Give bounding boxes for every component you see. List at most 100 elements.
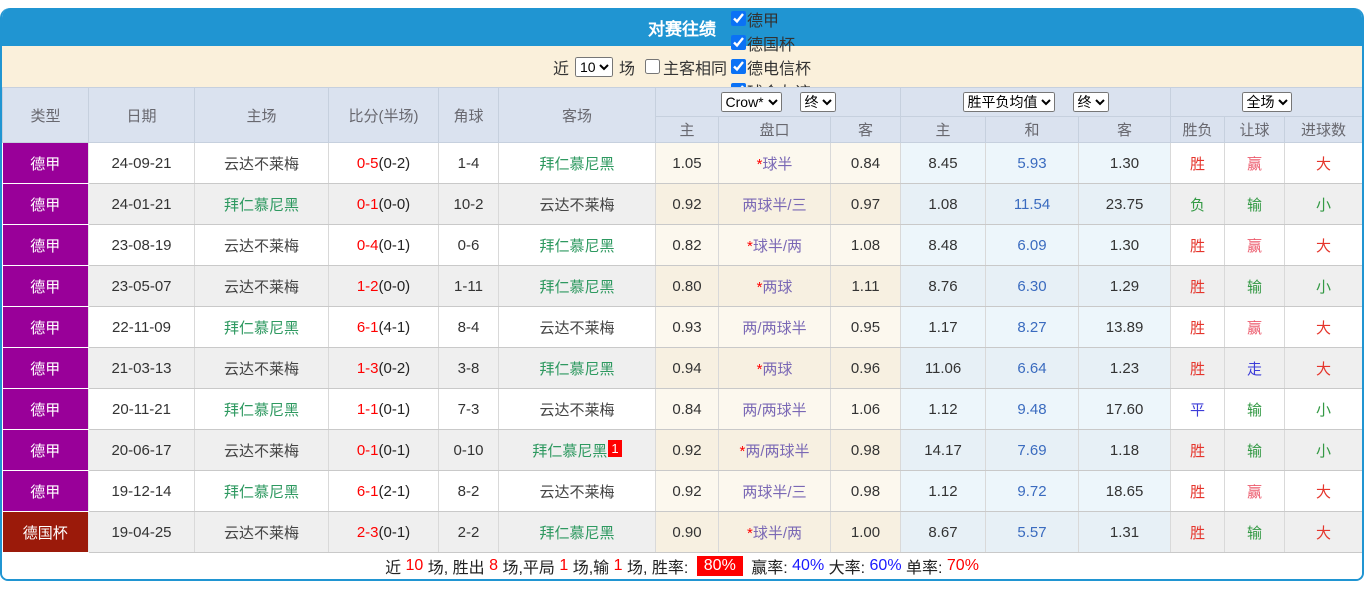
score-cell: 0-5(0-2): [328, 142, 439, 184]
league-checkbox-0[interactable]: [731, 11, 747, 26]
score-cell: 6-1(2-1): [328, 470, 439, 512]
crow-away-odds-cell: 1.00: [830, 511, 902, 553]
bookmaker-time-select[interactable]: 终: [799, 92, 836, 112]
col-header-type: 类型: [2, 87, 89, 143]
handicap-cell: 两/两球半: [718, 306, 831, 348]
crow-home-odds-cell: 0.94: [655, 347, 719, 389]
period-select[interactable]: 全场: [1241, 92, 1292, 112]
same-venue-checkbox[interactable]: [645, 59, 660, 74]
corner-cell: 1-4: [438, 142, 499, 184]
summary-segment: 近: [385, 560, 406, 577]
handicap-text: 两/两球半: [745, 442, 810, 460]
handicap-result-cell: 输: [1224, 388, 1286, 430]
avg-home-cell: 8.48: [900, 224, 987, 266]
handicap-result-cell: 赢: [1224, 224, 1286, 266]
col-header-goals: 进球数: [1284, 116, 1362, 143]
avg-home-cell: 8.76: [900, 265, 987, 307]
match-row: 德甲 24-01-21 拜仁慕尼黑 0-1(0-0) 10-2 云达不莱梅 0.92 两球半/…: [2, 183, 1362, 225]
result-cell: 胜: [1170, 470, 1226, 512]
date-cell: 20-06-17: [88, 429, 195, 471]
summary-segment: 1: [613, 557, 623, 574]
date-cell: 23-08-19: [88, 224, 195, 266]
col-header-result: 胜负: [1170, 116, 1226, 143]
result-cell: 胜: [1170, 224, 1226, 266]
match-row: 德甲 21-03-13 云达不莱梅 1-3(0-2) 3-8 拜仁慕尼黑 0.94 *两球 0.…: [2, 347, 1362, 389]
league-checkbox-1[interactable]: [731, 35, 747, 50]
home-team-cell: 云达不莱梅: [194, 511, 329, 553]
average-select[interactable]: 胜平负均值: [962, 92, 1055, 112]
summary-segment: 单率:: [901, 560, 947, 577]
home-team-cell: 云达不莱梅: [194, 347, 329, 389]
goals-cell: 小: [1284, 265, 1362, 307]
summary-segment: 10: [405, 557, 424, 574]
type-cell: 德甲: [2, 388, 89, 430]
crow-away-odds-cell: 1.08: [830, 224, 902, 266]
type-cell: 德甲: [2, 470, 89, 512]
away-team-cell: 云达不莱梅: [498, 183, 656, 225]
result-cell: 胜: [1170, 265, 1226, 307]
goals-cell: 大: [1284, 470, 1362, 512]
league-label: 德电信杯: [747, 60, 812, 78]
summary-segment: 场, 胜率:: [622, 560, 693, 577]
score-cell: 1-3(0-2): [328, 347, 439, 389]
league-checkbox-2[interactable]: [731, 59, 747, 74]
avg-home-cell: 11.06: [900, 347, 987, 389]
halftime-score: (2-1): [378, 482, 411, 500]
period-select-group: 全场: [1170, 87, 1362, 117]
halftime-score: (4-1): [378, 318, 411, 336]
col-header-handicap: 盘口: [718, 116, 831, 143]
corner-cell: 2-2: [438, 511, 499, 553]
fulltime-score: 1-3: [356, 359, 379, 377]
crow-away-odds-cell: 0.97: [830, 183, 902, 225]
avg-draw-cell: 7.69: [985, 429, 1080, 471]
away-team-cell: 拜仁慕尼黑: [498, 347, 656, 389]
match-row: 德国杯 19-04-25 云达不莱梅 2-3(0-1) 2-2 拜仁慕尼黑 0.90 *球半/…: [2, 511, 1362, 553]
crow-home-odds-cell: 1.05: [655, 142, 719, 184]
recent-count-select[interactable]: 10: [574, 56, 613, 77]
score-cell: 0-1(0-1): [328, 429, 439, 471]
avg-away-cell: 17.60: [1078, 388, 1172, 430]
crow-home-odds-cell: 0.92: [655, 183, 719, 225]
result-cell: 胜: [1170, 306, 1226, 348]
handicap-cell: *两球: [718, 347, 831, 389]
home-team-cell: 拜仁慕尼黑: [194, 306, 329, 348]
summary-segment: 60%: [869, 557, 902, 574]
summary-segment: 1: [559, 557, 569, 574]
bookmaker-select[interactable]: Crow*: [720, 92, 782, 112]
halftime-score: (0-0): [378, 195, 411, 213]
col-header-home: 主场: [194, 87, 329, 143]
corner-cell: 8-2: [438, 470, 499, 512]
col-header-avg-home: 主: [900, 116, 987, 143]
result-cell: 胜: [1170, 347, 1226, 389]
average-select-group: 胜平负均值 终: [900, 87, 1172, 117]
handicap-text: 球半/两: [752, 524, 802, 542]
crow-away-odds-cell: 1.11: [830, 265, 902, 307]
type-cell: 德国杯: [2, 511, 89, 553]
crow-home-odds-cell: 0.92: [655, 429, 719, 471]
league-label: 德国杯: [747, 36, 796, 54]
home-team-cell: 拜仁慕尼黑: [194, 388, 329, 430]
halftime-score: (0-2): [378, 359, 411, 377]
col-header-away: 客场: [498, 87, 656, 143]
score-cell: 0-4(0-1): [328, 224, 439, 266]
result-cell: 平: [1170, 388, 1226, 430]
col-header-avg-draw: 和: [985, 116, 1080, 143]
average-time-select[interactable]: 终: [1072, 92, 1109, 112]
handicap-text: 球半: [762, 155, 793, 173]
avg-draw-cell: 6.09: [985, 224, 1080, 266]
summary-segment: 80%: [696, 556, 743, 576]
handicap-cell: *两球: [718, 265, 831, 307]
crow-away-odds-cell: 0.84: [830, 142, 902, 184]
goals-cell: 大: [1284, 347, 1362, 389]
home-team-cell: 云达不莱梅: [194, 265, 329, 307]
summary-segment: 70%: [946, 557, 979, 574]
date-cell: 24-09-21: [88, 142, 195, 184]
league-filter-0: 德甲: [727, 8, 811, 31]
goals-cell: 小: [1284, 429, 1362, 471]
halftime-score: (0-1): [378, 400, 411, 418]
handicap-text: 两球: [762, 278, 793, 296]
score-cell: 0-1(0-0): [328, 183, 439, 225]
bookmaker-select-group: Crow* 终: [654, 87, 902, 117]
fulltime-score: 2-3: [356, 523, 379, 541]
corner-cell: 3-8: [438, 347, 499, 389]
